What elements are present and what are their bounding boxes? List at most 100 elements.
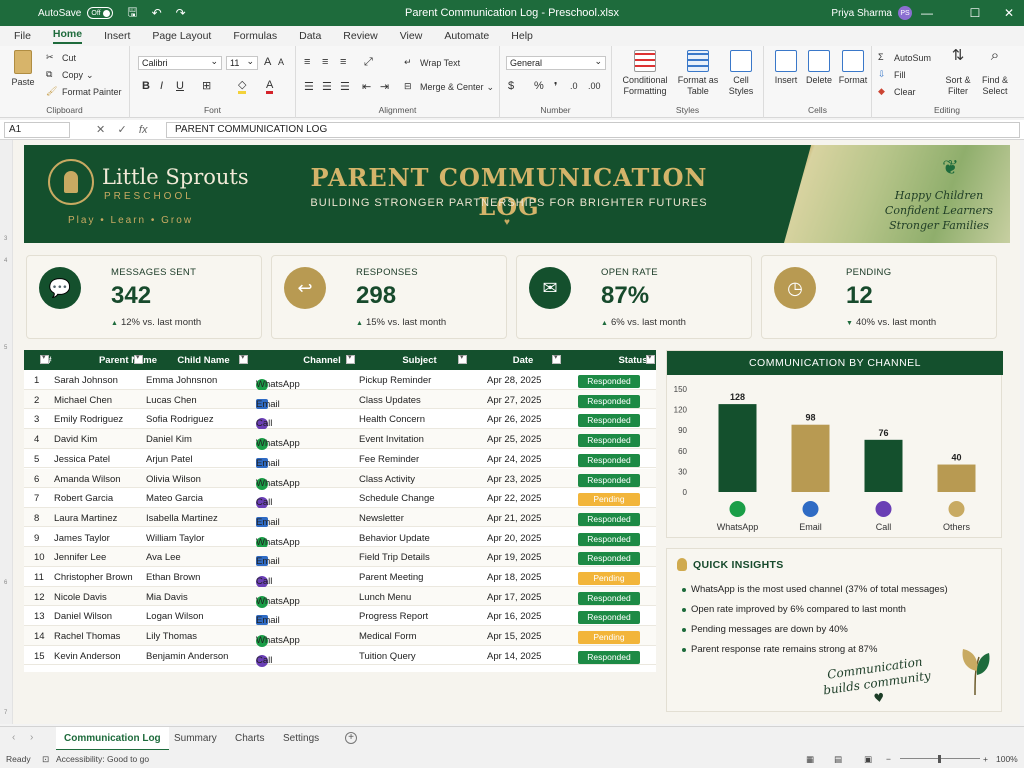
row-number[interactable]: 6: [4, 580, 7, 586]
tab-help[interactable]: Help: [511, 30, 533, 42]
cut-button[interactable]: ✂ Cut: [46, 52, 76, 64]
table-row[interactable]: 10 Jennifer Lee Ava Lee Email Field Trip Det…: [24, 547, 656, 567]
format-cells-button[interactable]: Format: [836, 50, 870, 86]
copy-button[interactable]: ⧉ Copy ⌄: [46, 69, 94, 81]
accessibility-status[interactable]: Accessibility: Good to go: [56, 754, 149, 764]
paste-button[interactable]: Paste: [8, 50, 38, 88]
filter-dropdown-icon[interactable]: [346, 353, 355, 364]
bar-call[interactable]: [864, 439, 903, 492]
align-center-icon[interactable]: ☰: [322, 80, 332, 93]
merge-center-button[interactable]: ⊟ Merge & Center ⌄: [404, 81, 494, 93]
normal-view-icon[interactable]: ▦: [806, 754, 814, 765]
formula-input[interactable]: PARENT COMMUNICATION LOG: [166, 122, 1020, 138]
table-row[interactable]: 9 James Taylor William Taylor WhatsApp Behav…: [24, 528, 656, 549]
name-box[interactable]: A1: [4, 122, 70, 138]
table-row[interactable]: 12 Nicole Davis Mia Davis WhatsApp Lunch Men…: [24, 586, 656, 608]
user-account[interactable]: Priya Sharma PS: [831, 6, 912, 20]
fx-icon[interactable]: fx: [139, 124, 148, 136]
zoom-out-icon[interactable]: −: [886, 754, 891, 764]
tab-data[interactable]: Data: [299, 30, 321, 42]
clear-button[interactable]: ◆ Clear: [878, 86, 916, 98]
add-sheet-button[interactable]: +: [345, 732, 357, 744]
enter-icon[interactable]: ✓: [117, 124, 126, 136]
table-row[interactable]: 14 Rachel Thomas Lily Thomas WhatsApp Medica…: [24, 626, 656, 648]
bar-email[interactable]: [791, 424, 830, 492]
maximize-icon[interactable]: ☐: [960, 0, 990, 26]
page-break-view-icon[interactable]: ▣: [864, 754, 872, 765]
tab-insert[interactable]: Insert: [104, 30, 130, 42]
tab-home[interactable]: Home: [52, 28, 83, 44]
zoom-slider-handle[interactable]: [938, 755, 941, 763]
underline-button[interactable]: U: [176, 80, 184, 92]
italic-button[interactable]: I: [160, 80, 163, 92]
align-middle-icon[interactable]: ≡: [322, 56, 328, 68]
tab-charts[interactable]: Charts: [235, 733, 264, 744]
table-row[interactable]: 3 Emily Rodriguez Sofia Rodriguez Call Healt…: [24, 409, 656, 431]
delete-cells-button[interactable]: Delete: [802, 50, 836, 86]
fill-button[interactable]: ⇩ Fill: [878, 69, 906, 81]
format-as-table-button[interactable]: Format as Table: [676, 50, 720, 97]
tab-formulas[interactable]: Formulas: [233, 30, 277, 42]
tab-page-layout[interactable]: Page Layout: [152, 30, 211, 42]
filter-dropdown-icon[interactable]: [40, 353, 49, 364]
bar-whatsapp[interactable]: [718, 404, 757, 492]
table-row[interactable]: 2 Michael Chen Lucas Chen Email Class Update…: [24, 389, 656, 410]
align-bottom-icon[interactable]: ≡: [340, 56, 346, 68]
align-right-icon[interactable]: ☰: [340, 80, 350, 93]
close-icon[interactable]: ✕: [994, 0, 1024, 26]
bar-others[interactable]: [937, 464, 976, 492]
tab-view[interactable]: View: [400, 30, 423, 42]
tab-review[interactable]: Review: [343, 30, 377, 42]
table-row[interactable]: 7 Robert Garcia Mateo Garcia Call Schedule C…: [24, 488, 656, 510]
shrink-font-button[interactable]: A: [278, 57, 284, 67]
table-row[interactable]: 6 Amanda Wilson Olivia Wilson WhatsApp Class…: [24, 468, 656, 490]
table-row[interactable]: 13 Daniel Wilson Logan Wilson Email Progress…: [24, 606, 656, 626]
filter-dropdown-icon[interactable]: [134, 353, 143, 364]
tab-communication-log[interactable]: Communication Log: [56, 727, 169, 751]
table-row[interactable]: 8 Laura Martinez Isabella Martinez Email New…: [24, 507, 656, 528]
tab-file[interactable]: File: [14, 30, 31, 42]
insert-cells-button[interactable]: Insert: [770, 50, 802, 86]
minimize-icon[interactable]: —: [912, 0, 942, 26]
tab-summary[interactable]: Summary: [174, 733, 217, 744]
currency-icon[interactable]: $: [508, 80, 514, 92]
bold-button[interactable]: B: [142, 80, 150, 92]
table-row[interactable]: 4 David Kim Daniel Kim WhatsApp Event Invita…: [24, 429, 656, 451]
row-number[interactable]: 5: [4, 345, 7, 351]
sort-filter-button[interactable]: ⇅ Sort & Filter: [940, 48, 976, 97]
tab-automate[interactable]: Automate: [444, 30, 489, 42]
cell-styles-button[interactable]: Cell Styles: [722, 50, 760, 97]
filter-dropdown-icon[interactable]: [458, 353, 467, 364]
increase-decimal-icon[interactable]: .0: [570, 81, 578, 91]
row-number[interactable]: 4: [4, 258, 7, 264]
font-color-icon[interactable]: A: [266, 79, 274, 94]
autosave-toggle[interactable]: Off: [87, 7, 114, 19]
autosum-button[interactable]: Σ AutoSum: [878, 52, 931, 64]
redo-icon[interactable]: ↷: [176, 6, 186, 20]
next-sheet-icon[interactable]: ›: [30, 732, 33, 743]
number-format-select[interactable]: General: [506, 55, 606, 70]
zoom-level[interactable]: 100%: [996, 754, 1018, 764]
undo-icon[interactable]: ↶: [152, 6, 162, 20]
increase-indent-icon[interactable]: ⇥: [380, 80, 389, 93]
tab-settings[interactable]: Settings: [283, 733, 319, 744]
table-row[interactable]: 5 Jessica Patel Arjun Patel Email Fee Remind…: [24, 449, 656, 469]
save-icon[interactable]: 🖫: [127, 3, 137, 24]
avatar[interactable]: PS: [898, 6, 912, 20]
filter-dropdown-icon[interactable]: [552, 353, 561, 364]
align-top-icon[interactable]: ≡: [304, 56, 310, 68]
table-row[interactable]: 1 Sarah Johnson Emma Johnsnon WhatsApp Picku…: [24, 370, 656, 391]
format-painter-button[interactable]: 🖌 Format Painter: [46, 86, 122, 98]
fill-color-icon[interactable]: ◇: [238, 79, 247, 94]
find-select-button[interactable]: ⌕ Find & Select: [976, 48, 1014, 97]
table-row[interactable]: 15 Kevin Anderson Benjamin Anderson Call Tui…: [24, 646, 656, 667]
wrap-text-button[interactable]: ↵ Wrap Text: [404, 57, 460, 69]
prev-sheet-icon[interactable]: ‹: [12, 732, 15, 743]
row-number[interactable]: 3: [4, 236, 7, 242]
font-name-select[interactable]: Calibri: [138, 55, 222, 70]
conditional-formatting-button[interactable]: Conditional Formatting: [618, 50, 672, 97]
filter-dropdown-icon[interactable]: [646, 353, 655, 364]
percent-icon[interactable]: %: [534, 80, 544, 92]
row-number[interactable]: 7: [4, 710, 7, 716]
grow-font-button[interactable]: A: [264, 56, 271, 68]
